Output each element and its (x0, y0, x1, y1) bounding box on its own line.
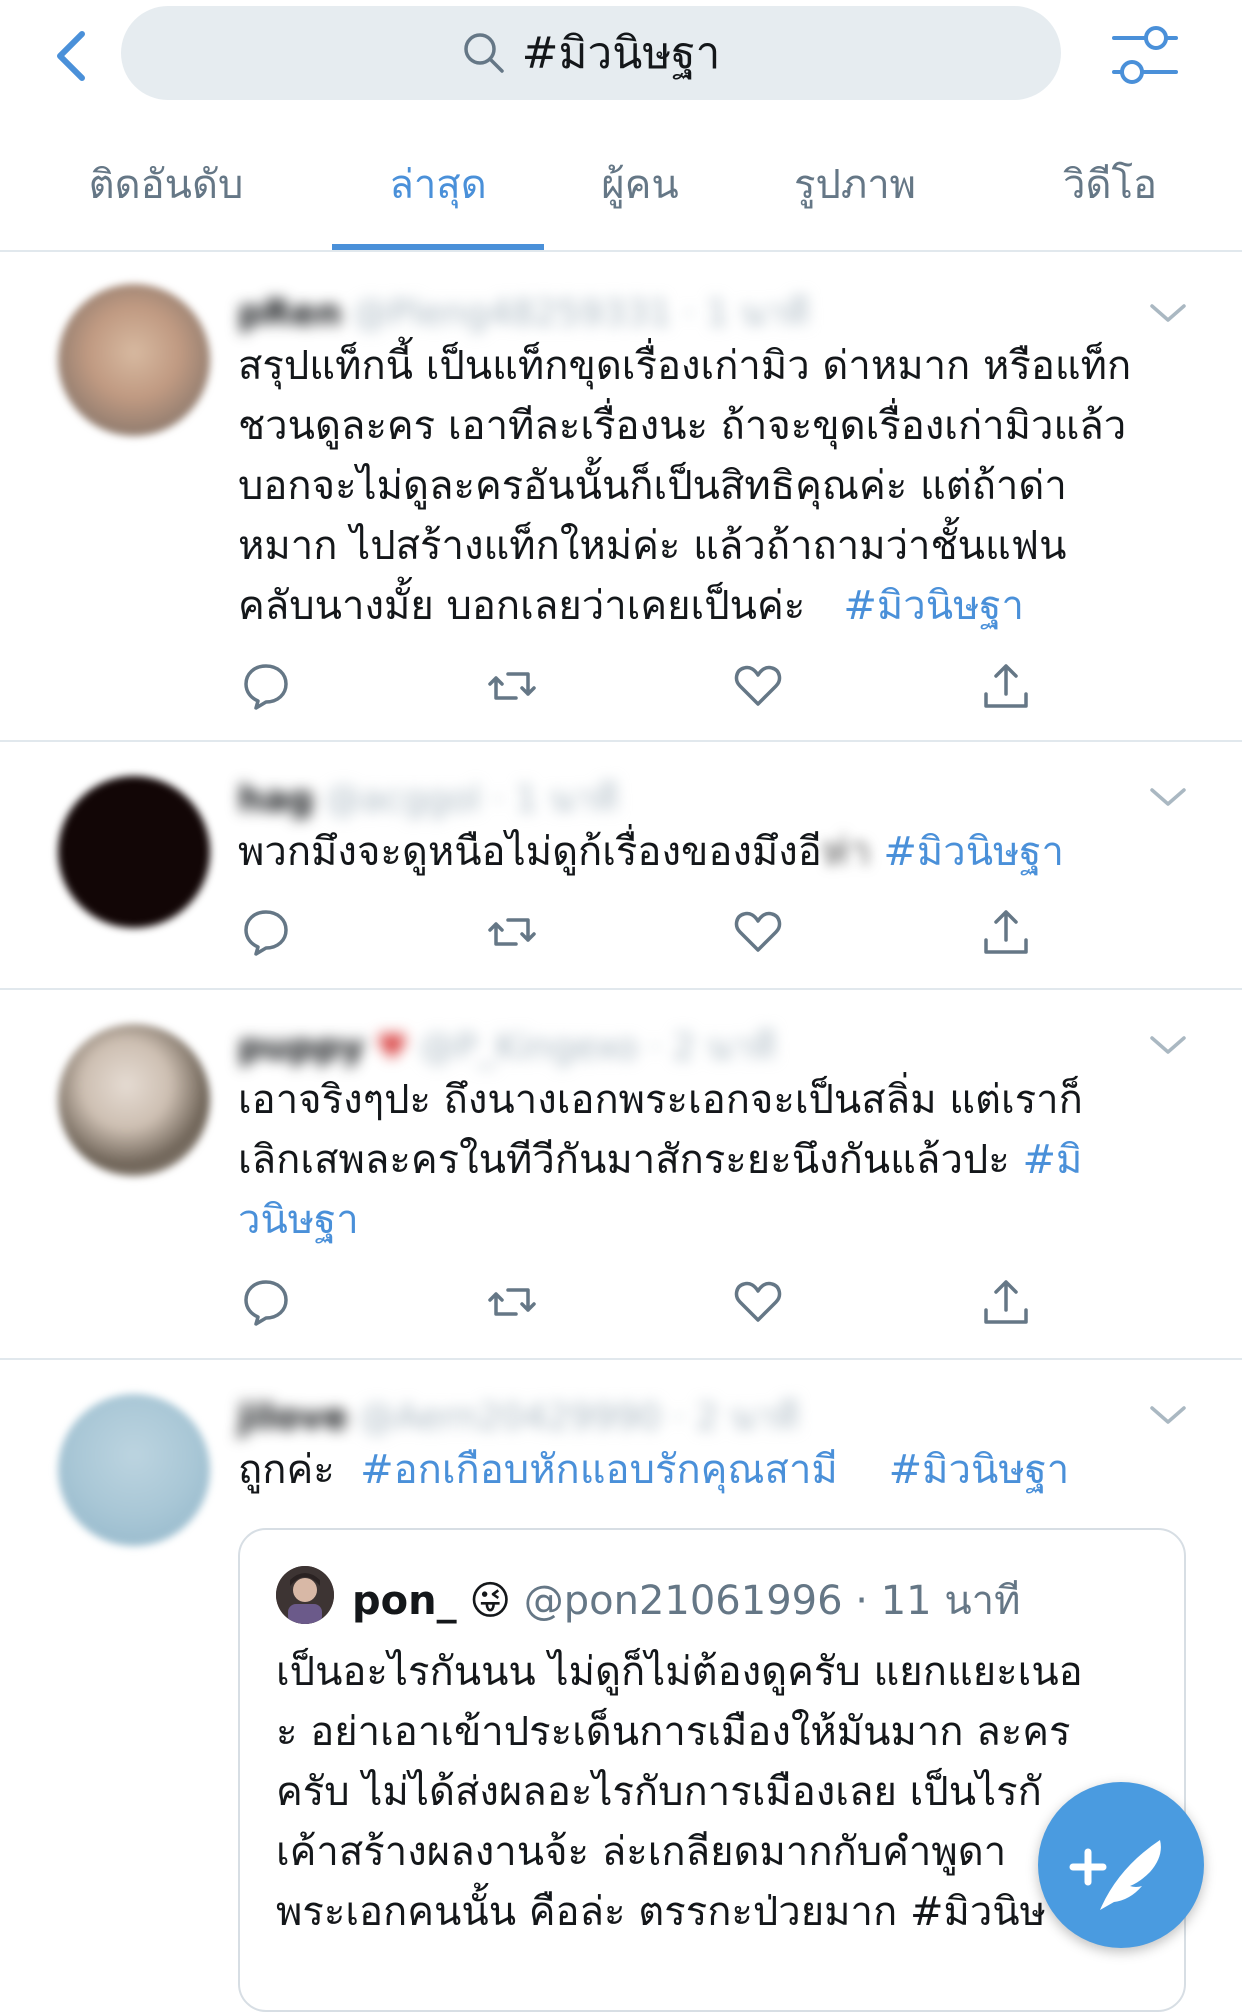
separator-dot: · (855, 1578, 868, 1624)
reply-icon[interactable] (240, 1276, 292, 1328)
handle: @P_Kingexo (419, 1027, 639, 1068)
tweet-line: ถูกค่ะ (238, 1447, 335, 1493)
retweet-icon[interactable] (486, 660, 538, 712)
chevron-down-icon[interactable] (1148, 1032, 1188, 1058)
share-icon[interactable] (980, 660, 1032, 712)
active-tab-indicator (332, 244, 544, 250)
search-bar[interactable]: #มิวนิษฐา (121, 6, 1061, 100)
hashtag-link[interactable]: วนิษฐา (238, 1190, 1188, 1250)
handle: @Pleng48259331 (353, 293, 672, 334)
filter-sliders-icon[interactable] (1110, 22, 1180, 88)
quoted-line: เค้าสร้างผลงานจ้ะ ล่ะเกลียดมากกับคำพูดา (276, 1829, 1007, 1875)
like-icon[interactable] (732, 660, 784, 712)
tweet-line: บอกจะไม่ดูละครอันนั้นก็เป็นสิทธิคุณค่ะ แ… (238, 463, 1067, 509)
tweet-line: หมาก ไปสร้างแท็กใหม่ค่ะ แล้วถ้าถามว่าชั้… (238, 523, 1067, 569)
back-chevron-icon[interactable] (44, 26, 104, 86)
hashtag-link[interactable]: #มิวนิษฐา (889, 1447, 1070, 1493)
search-icon (463, 33, 504, 73)
tweet-text: สรุปแท็กนี้ เป็นแท็กขุดเรื่องเก่ามิว ด่า… (238, 336, 1188, 636)
quoted-line: ครับ ไม่ได้ส่งผลอะไรกับการเมืองเลย เป็นไ… (276, 1769, 1042, 1815)
reply-icon[interactable] (240, 906, 292, 958)
tab-latest[interactable]: ล่าสุด (332, 118, 544, 250)
retweet-icon[interactable] (486, 906, 538, 958)
quoted-emoji: 😜 (469, 1578, 512, 1624)
chevron-down-icon[interactable] (1148, 300, 1188, 326)
retweet-icon[interactable] (486, 1276, 538, 1328)
timestamp: 1 นาที (706, 293, 810, 334)
tweet-line: คลับนางมั้ย บอกเลยว่าเคยเป็นค่ะ (238, 583, 806, 629)
quoted-line: ะ อย่าเอาเข้าประเด็นการเมืองให้มันมาก ละ… (276, 1709, 1071, 1755)
tab-photos[interactable]: รูปภาพ (770, 118, 940, 250)
tweet-line: สรุปแท็กนี้ เป็นแท็กขุดเรื่องเก่ามิว ด่า… (238, 343, 1132, 389)
timestamp: 2 นาที (672, 1027, 776, 1068)
tweet-meta: pRen @Pleng48259331 · 1 นาที (238, 293, 810, 334)
share-icon[interactable] (980, 906, 1032, 958)
avatar[interactable] (58, 776, 210, 928)
compose-tweet-icon (1069, 1840, 1161, 1910)
chevron-down-icon[interactable] (1148, 784, 1188, 810)
chevron-down-icon[interactable] (1148, 1402, 1188, 1428)
quoted-display-name: pon_ (352, 1578, 457, 1624)
tweet-text: ถูกค่ะ #อกเกือบหักแอบรักคุณสามี #มิวนิษฐ… (238, 1440, 1188, 1500)
tweet[interactable]: puppy ♥ @P_Kingexo · 2 นาที เอาจริงๆปะ ถ… (0, 988, 1242, 1360)
tweet-text: เอาจริงๆปะ ถึงนางเอกพระเอกจะเป็นสลิ่ม แต… (238, 1070, 1188, 1250)
top-bar: #มิวนิษฐา (0, 0, 1242, 118)
tweet[interactable]: pRen @Pleng48259331 · 1 นาที สรุปแท็กนี้… (0, 252, 1242, 742)
tweet-actions (238, 660, 1058, 716)
avatar[interactable] (58, 1024, 210, 1176)
hashtag-link[interactable]: #อกเกือบหักแอบรักคุณสามี (360, 1447, 838, 1493)
quoted-meta: pon_ 😜 @pon21061996 · 11 นาที (352, 1568, 1021, 1632)
tab-top[interactable]: ติดอันดับ (50, 118, 282, 250)
quoted-avatar[interactable] (276, 1566, 334, 1624)
hashtag-link[interactable]: #มิวนิษฐา (883, 829, 1064, 875)
handle: @Aern20429990 (359, 1397, 662, 1438)
tweet-line: ชวนดูละคร เอาทีละเรื่องนะ ถ้าจะขุดเรื่อง… (238, 403, 1127, 449)
handle: @acggol (325, 779, 481, 820)
display-name: puppy (238, 1027, 365, 1068)
compose-tweet-button[interactable] (1038, 1782, 1204, 1948)
tweet-actions (238, 1276, 1058, 1332)
timestamp: 2 นาที (695, 1397, 799, 1438)
quoted-timestamp: 11 นาที (880, 1578, 1021, 1624)
tweet-text: พวกมึงจะดูหนือไม่ดูก้เรื่องของมึงอีห่า #… (238, 822, 1188, 882)
tweet-line: พวกมึงจะดูหนือไม่ดูก้เรื่องของมึงอี (238, 829, 822, 875)
tweet-line: เอาจริงๆปะ ถึงนางเอกพระเอกจะเป็นสลิ่ม แต… (238, 1077, 1083, 1123)
reply-icon[interactable] (240, 660, 292, 712)
search-tabs: ติดอันดับ ล่าสุด ผู้คน รูปภาพ วิดีโอ (0, 118, 1242, 252)
share-icon[interactable] (980, 1276, 1032, 1328)
quoted-text: เป็นอะไรกันนน ไม่ดูก็ไม่ต้องดูครับ แยกแย… (276, 1642, 1156, 1942)
hashtag-link[interactable]: #มิวนิษฐา (843, 583, 1024, 629)
tweet-line: เลิกเสพละครในทีวีกันมาสักระยะนึงกันแล้วป… (238, 1137, 1010, 1183)
display-name: pRen (238, 293, 342, 334)
search-query[interactable]: #มิวนิษฐา (522, 18, 721, 88)
censored-word: ห่า (821, 829, 871, 875)
tweet-meta: jilove @Aern20429990 · 2 นาที (238, 1397, 799, 1438)
quoted-line: พระเอกคนนั้น คือล่ะ ตรรกะป่วยมาก #มิวนิษ (276, 1889, 1046, 1935)
tab-people[interactable]: ผู้คน (570, 118, 710, 250)
quoted-avatar-photo (276, 1566, 334, 1624)
tab-videos[interactable]: วิดีโอ (1040, 118, 1180, 250)
timestamp: 1 นาที (515, 779, 618, 820)
quoted-line: เป็นอะไรกันนน ไม่ดูก็ไม่ต้องดูครับ แยกแย… (276, 1649, 1083, 1695)
avatar[interactable] (58, 284, 210, 436)
tweet-actions (238, 906, 1058, 962)
tweet[interactable]: hag @acggol · 1 นาที พวกมึงจะดูหนือไม่ดู… (0, 740, 1242, 990)
like-icon[interactable] (732, 1276, 784, 1328)
tweet-meta: hag @acggol · 1 นาที (238, 779, 618, 820)
hashtag-link[interactable]: #มิ (1023, 1137, 1083, 1183)
tweet-meta: puppy ♥ @P_Kingexo · 2 นาที (238, 1027, 776, 1068)
display-name: jilove (238, 1397, 348, 1438)
like-icon[interactable] (732, 906, 784, 958)
quoted-handle: @pon21061996 (523, 1578, 843, 1624)
display-name: hag (238, 779, 314, 820)
avatar[interactable] (58, 1394, 210, 1546)
